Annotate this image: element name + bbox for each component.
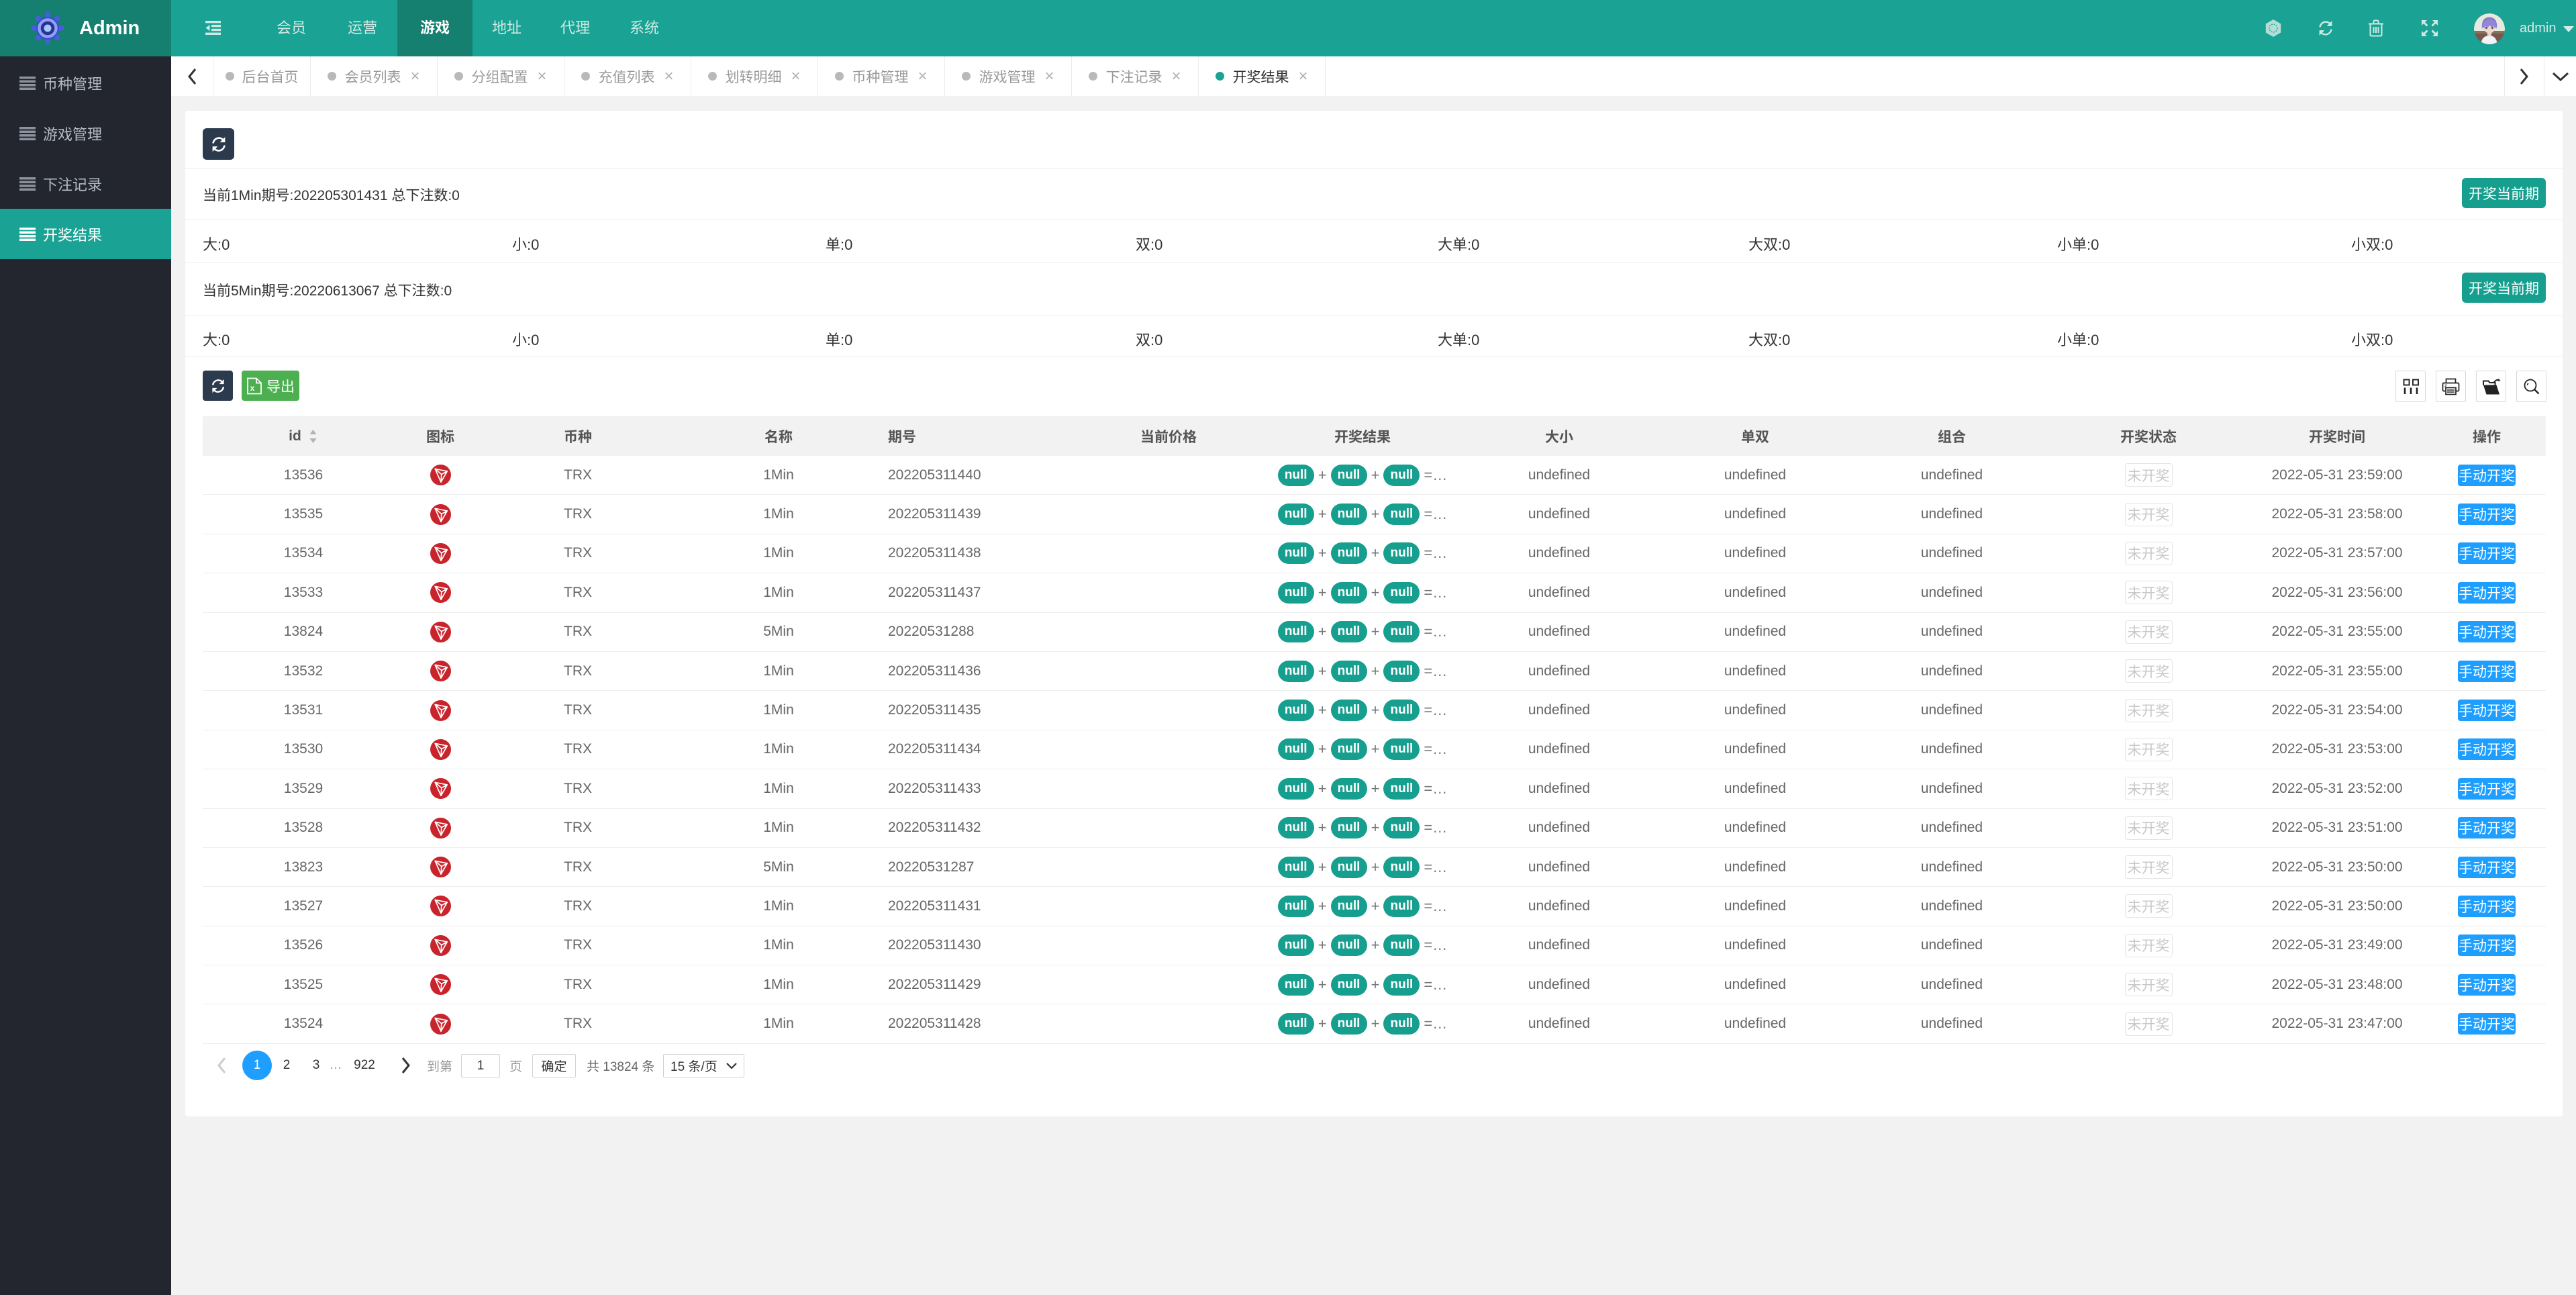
svg-text:x: x: [250, 383, 255, 393]
